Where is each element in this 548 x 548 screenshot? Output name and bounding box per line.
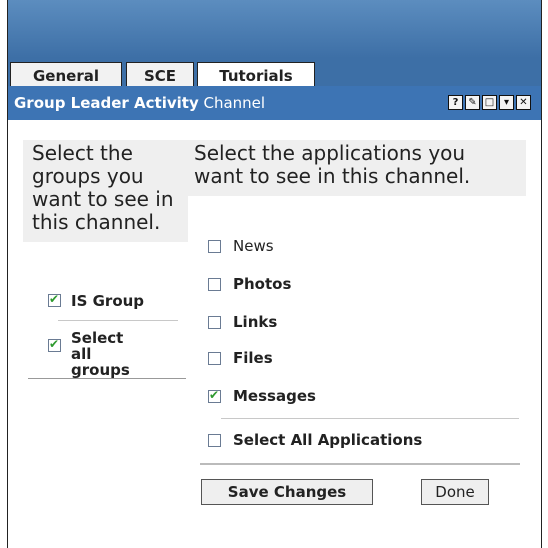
done-button[interactable]: Done — [421, 479, 489, 505]
group-separator — [58, 320, 178, 321]
tab-strip: General SCE Tutorials — [8, 58, 541, 87]
apps-separator — [221, 418, 519, 419]
tab-general[interactable]: General — [10, 62, 122, 86]
app-label-news: News — [233, 237, 274, 255]
app-item-files[interactable]: Files — [208, 349, 273, 367]
group-item-is-group[interactable]: IS Group — [48, 292, 144, 310]
app-checkbox-messages[interactable] — [208, 388, 221, 403]
app-checkbox-links[interactable] — [208, 315, 221, 329]
app-item-photos[interactable]: Photos — [208, 275, 291, 293]
app-label-links: Links — [233, 313, 278, 331]
applications-intro: Select the applications you want to see … — [188, 140, 526, 196]
tab-sce[interactable]: SCE — [126, 62, 194, 86]
app-item-select-all[interactable]: Select All Applications — [208, 431, 422, 449]
channel-title: Group Leader Activity Channel — [14, 94, 265, 112]
app-item-news[interactable]: News — [208, 237, 274, 255]
save-changes-button[interactable]: Save Changes — [201, 479, 373, 505]
group-label: Select all groups — [71, 329, 130, 379]
tab-tutorials[interactable]: Tutorials — [197, 62, 315, 87]
edit-icon[interactable]: ✎ — [465, 95, 480, 110]
app-checkbox-photos[interactable] — [208, 277, 221, 291]
channel-titlebar: Group Leader Activity Channel ? ✎ □ ▾ ✕ — [8, 86, 541, 120]
channel-content: Select the groups you want to see in thi… — [8, 120, 541, 548]
close-icon[interactable]: ✕ — [516, 95, 531, 110]
channel-title-main: Group Leader Activity — [14, 94, 199, 112]
app-label-messages: Messages — [233, 387, 316, 405]
app-checkbox-select-all[interactable] — [208, 433, 221, 447]
groups-bottom-rule — [28, 378, 186, 379]
group-item-select-all[interactable]: Select all groups — [48, 330, 141, 378]
help-icon[interactable]: ? — [448, 95, 463, 110]
group-checkbox-is-group[interactable] — [48, 292, 61, 307]
app-item-messages[interactable]: Messages — [208, 387, 316, 405]
minimize-icon[interactable]: ▾ — [499, 95, 514, 110]
maximize-icon[interactable]: □ — [482, 95, 497, 110]
app-label-photos: Photos — [233, 275, 292, 293]
groups-panel: Select the groups you want to see in thi… — [23, 140, 188, 242]
apps-bottom-rule — [200, 463, 520, 465]
app-checkbox-files[interactable] — [208, 351, 221, 365]
top-banner — [8, 0, 541, 58]
window-controls: ? ✎ □ ▾ ✕ — [448, 95, 531, 110]
app-checkbox-news[interactable] — [208, 239, 221, 253]
app-label-files: Files — [233, 349, 273, 367]
group-checkbox-select-all[interactable] — [48, 337, 61, 352]
app-label-select-all: Select All Applications — [233, 431, 423, 449]
portlet-frame: General SCE Tutorials Group Leader Activ… — [7, 0, 542, 548]
group-label: IS Group — [71, 292, 145, 310]
app-item-links[interactable]: Links — [208, 313, 277, 331]
groups-intro: Select the groups you want to see in thi… — [23, 140, 188, 242]
channel-title-suffix: Channel — [198, 94, 266, 112]
